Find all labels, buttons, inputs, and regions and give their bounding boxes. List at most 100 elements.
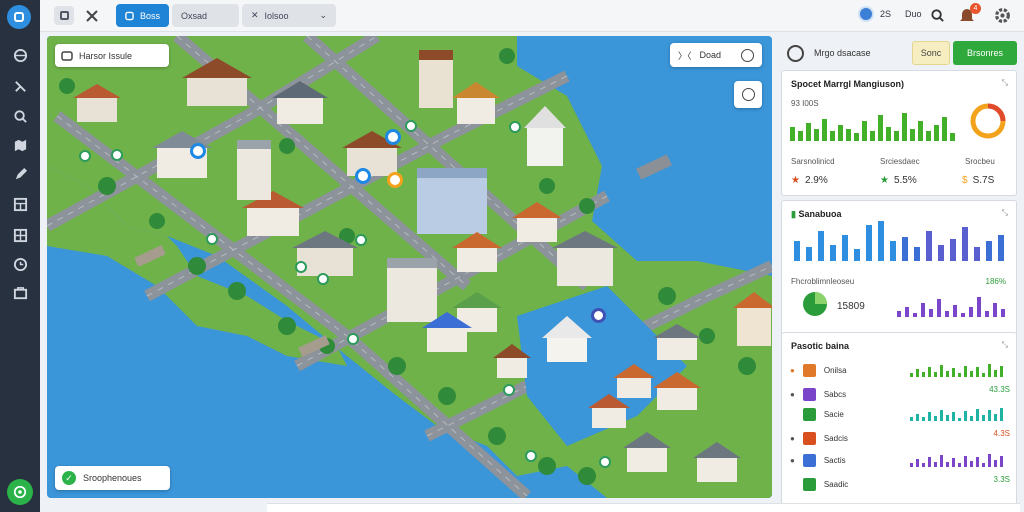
map-pin[interactable] [111,149,123,161]
row-sparkline [910,454,1003,467]
tab-label: Boss [139,10,160,21]
map-pin[interactable] [509,121,521,133]
map-pin[interactable] [206,233,218,245]
map-pin[interactable] [347,333,359,345]
list-item[interactable]: ● Sactis [790,451,1016,469]
dot-icon: ● [790,479,795,489]
card-title: ▮ Sanabuoa [791,209,842,219]
check-icon: ✓ [62,471,76,485]
secondary-button[interactable]: Sonc [912,41,950,65]
table-icon[interactable] [12,227,28,243]
right-panel: Mrgo dsacase Sonc Brsonres Spocet Marrgl… [779,36,1024,512]
map-pin[interactable] [405,120,417,132]
list-item[interactable]: ● Saadic 3.3S [790,475,1016,493]
tools-icon[interactable] [84,8,100,24]
category-icon [802,387,816,401]
map-pin[interactable] [79,150,91,162]
expand-icon[interactable]: ⤡ [1002,208,1008,218]
notification-badge: 4 [970,3,981,14]
route-icon[interactable] [12,78,28,94]
primary-button[interactable]: Brsonres [953,41,1017,65]
bar-sparkline [790,113,955,141]
map-pin-highlight[interactable] [387,172,403,188]
bookmark-icon: ▮ [791,209,796,219]
top-bar: Boss Oxsad ✕ Iolsoo ⌄ 2S Duo 4 [40,0,1024,32]
map-pin-highlight[interactable] [355,168,371,184]
list-item[interactable]: ● Sabcs 43.3S [790,385,1016,403]
row-sparkline [910,364,1003,377]
map-pin[interactable] [295,261,307,273]
row-value: 4.3S [993,429,1010,438]
left-nav-rail [0,0,40,512]
tab-label: Oxsad [181,10,208,21]
grid-icon[interactable] [12,196,28,212]
user-summary[interactable]: 2S Duo [858,6,922,22]
dot-icon: ● [790,365,795,375]
user-label: Duo [905,9,922,19]
app-logo[interactable] [7,5,31,29]
dot-icon: ● [790,455,795,465]
dot-icon: ● [790,433,795,443]
list-item[interactable]: ● Sadcis 4.3S [790,429,1016,447]
map-search-label: Harsor Issule [79,50,133,61]
row-label: Sadcis [823,433,848,443]
tools-icon: ✕ [251,10,259,20]
map-layer-toggle[interactable]: 〉〈 Doad [670,43,762,67]
row-label: Saadic [823,479,849,489]
status-label: Sroophenoues [83,473,142,483]
chevron-down-icon: ⌄ [319,10,327,20]
expand-icon[interactable]: ⤡ [1002,340,1008,350]
chevron-icon: 〉〈 [678,50,692,61]
map-search-field[interactable]: Harsor Issule [55,44,169,67]
map-tab-icon [125,11,134,20]
row-sparkline [910,408,1003,421]
card-title: Pasotic baina [791,341,850,351]
layers-icon[interactable] [12,285,28,301]
panel-toggle-button[interactable] [54,6,74,25]
notifications-button[interactable]: 4 [959,3,981,24]
map-pin-highlight[interactable] [190,143,206,159]
globe-icon[interactable] [12,47,28,63]
layer-label: Doad [699,50,722,60]
category-icon [802,363,816,377]
map-pin-highlight[interactable] [591,308,606,323]
layer-radio[interactable] [741,48,754,62]
search-icon[interactable] [930,8,945,23]
stat-value: ★ 2.9% [791,175,828,186]
map-icon[interactable] [12,137,28,153]
clock-icon[interactable] [12,256,28,272]
chart-percent: 186% [985,277,1006,286]
tab-tools-dropdown[interactable]: ✕ Iolsoo ⌄ [242,4,336,27]
pencil-icon[interactable] [12,166,28,182]
map-pin[interactable] [317,273,329,285]
donut-chart [970,103,1006,139]
card-title: Spocet Marrgl Mangiuson) [791,79,905,89]
row-label: Sabcs [823,389,847,399]
gear-icon[interactable] [994,7,1011,24]
tab-label: Iolsoo [264,10,289,21]
tab-dashboard[interactable]: Oxsad [172,4,239,27]
map-status-badge: ✓ Sroophenoues [55,466,170,490]
stat-label: Sarsnolinicd [791,157,835,166]
locate-button[interactable] [734,81,762,108]
dot-icon: ● [790,409,795,419]
row-value: 3.3S [993,475,1010,484]
locate-icon [741,88,755,101]
stat-value: ★ 5.5% [880,175,917,186]
category-icon [802,407,816,421]
expand-icon[interactable]: ⤡ [1002,78,1008,88]
map-pin-highlight[interactable] [385,129,401,145]
map-pin[interactable] [525,450,537,462]
list-item[interactable]: ● Sacie [790,405,1016,423]
search-icon[interactable] [12,108,28,124]
map-pin[interactable] [599,456,611,468]
bar-chart [794,221,1004,261]
help-button[interactable] [7,479,33,505]
money-icon: $ [962,175,968,186]
compass-icon [787,45,804,62]
map-pin[interactable] [503,384,515,396]
map-pin[interactable] [355,234,367,246]
map-view[interactable]: Harsor Issule 〉〈 Doad ✓ Sroophenoues [47,36,772,498]
list-item[interactable]: ● Onilsa [790,361,1016,379]
tab-map[interactable]: Boss [116,4,169,27]
